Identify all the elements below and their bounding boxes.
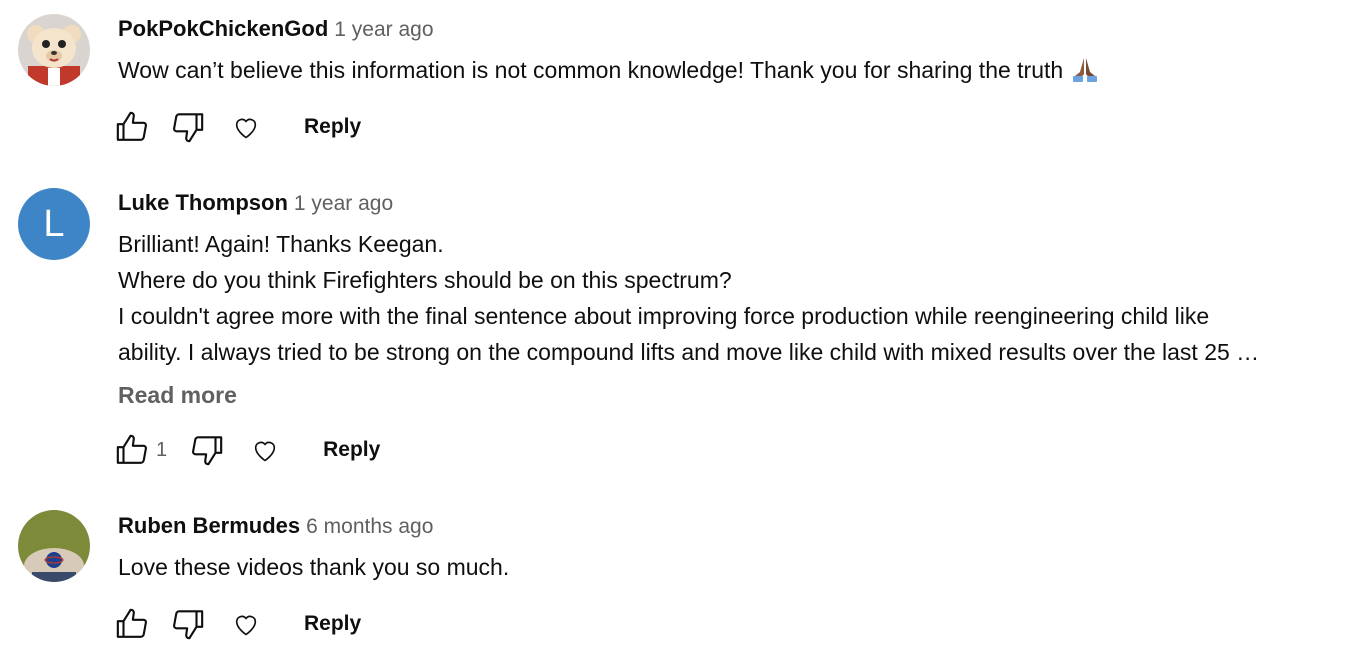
reply-button[interactable]: Reply xyxy=(304,115,361,139)
thumbs-up-icon xyxy=(116,608,147,638)
like-button[interactable] xyxy=(112,604,152,644)
comment-text: Love these videos thank you so much. xyxy=(118,549,1356,585)
reply-button[interactable]: Reply xyxy=(323,438,380,462)
heart-icon xyxy=(254,441,276,462)
comment-header: PokPokChickenGod 1 year ago xyxy=(118,14,1356,44)
timestamp[interactable]: 1 year ago xyxy=(334,18,433,41)
comment-line: Where do you think Firefighters should b… xyxy=(118,267,732,293)
author-name[interactable]: Luke Thompson xyxy=(118,190,288,215)
profile-photo-icon xyxy=(18,510,90,582)
like-button[interactable] xyxy=(112,107,152,147)
heart-button[interactable] xyxy=(226,107,266,147)
timestamp[interactable]: 1 year ago xyxy=(294,192,393,215)
author-name[interactable]: Ruben Bermudes xyxy=(118,513,300,538)
comment-actions: 1 Reply xyxy=(112,430,380,470)
comment-header: Ruben Bermudes 6 months ago xyxy=(118,511,1356,541)
read-more-link[interactable]: Read more xyxy=(118,378,237,412)
thumbs-up-icon xyxy=(116,111,147,141)
comment-line: Brilliant! Again! Thanks Keegan. xyxy=(118,231,444,257)
thumbs-down-icon xyxy=(173,610,204,640)
thumbs-down-icon xyxy=(173,113,204,143)
comment-actions: Reply xyxy=(112,107,361,147)
comment-header: Luke Thompson 1 year ago xyxy=(118,188,1356,218)
avatar[interactable] xyxy=(18,14,90,86)
reply-button[interactable]: Reply xyxy=(304,612,361,636)
comment-line: I couldn't agree more with the final sen… xyxy=(118,303,1210,329)
avatar[interactable]: L xyxy=(18,188,90,260)
heart-button[interactable] xyxy=(226,604,266,644)
comment-text: Brilliant! Again! Thanks Keegan. Where d… xyxy=(118,226,1356,370)
timestamp[interactable]: 6 months ago xyxy=(306,515,433,538)
thumbs-up-icon xyxy=(116,434,147,464)
heart-button[interactable] xyxy=(245,430,285,470)
author-name[interactable]: PokPokChickenGod xyxy=(118,16,328,41)
dislike-button[interactable] xyxy=(168,604,208,644)
comment-text: Wow can’t believe this information is no… xyxy=(118,52,1356,92)
bear-avatar-icon xyxy=(18,14,90,86)
comment-line: ability. I always tried to be strong on … xyxy=(118,339,1260,365)
like-count: 1 xyxy=(156,438,168,461)
heart-icon xyxy=(235,118,257,139)
thumbs-down-icon xyxy=(192,436,223,466)
dislike-button[interactable] xyxy=(168,107,208,147)
comment-line: Love these videos thank you so much. xyxy=(118,554,510,580)
folded-hands-icon xyxy=(1071,56,1099,92)
dislike-button[interactable] xyxy=(187,430,227,470)
avatar[interactable] xyxy=(18,510,90,582)
heart-icon xyxy=(235,615,257,636)
like-button[interactable] xyxy=(112,430,152,470)
comment-actions: Reply xyxy=(112,604,361,644)
comment-line: Wow can’t believe this information is no… xyxy=(118,57,1064,83)
